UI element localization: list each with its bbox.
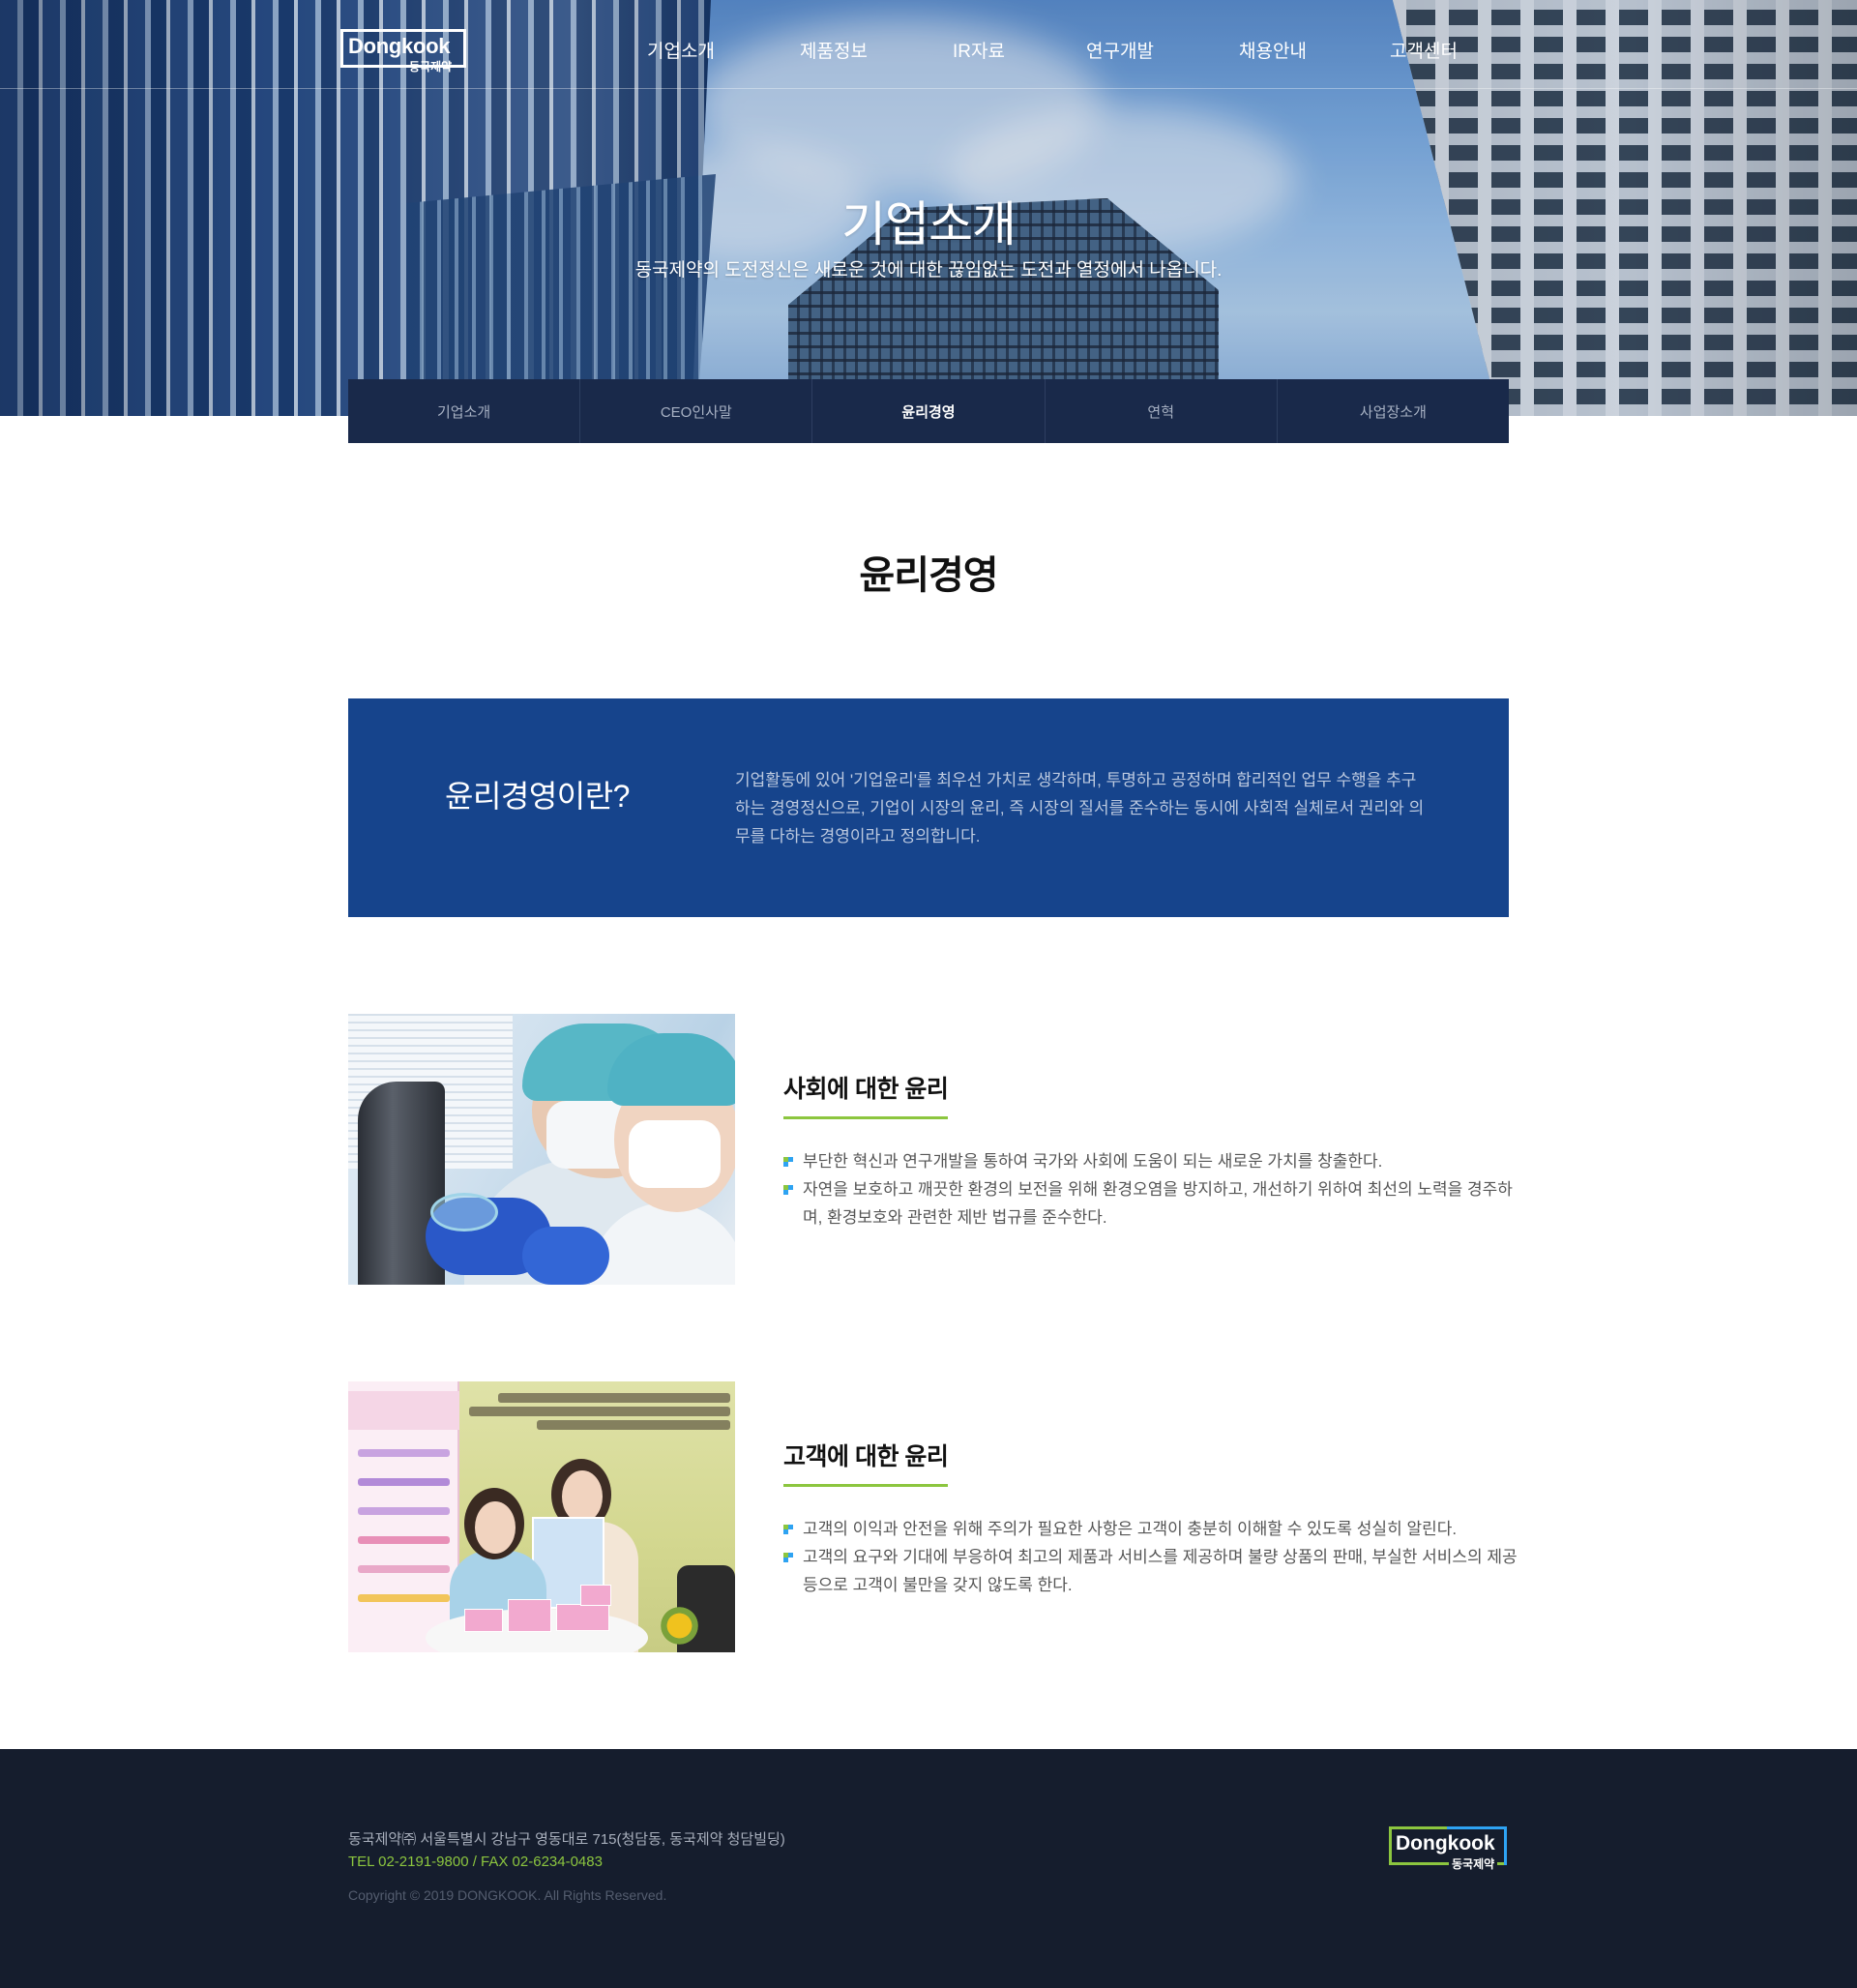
footer-address: 동국제약㈜ 서울특별시 강남구 영동대로 715(청담동, 동국제약 청담빌딩) [348, 1831, 785, 1848]
footer-copyright: Copyright © 2019 DONGKOOK. All Rights Re… [348, 1887, 667, 1903]
bullet-icon [783, 1157, 793, 1167]
list-item: 자연을 보호하고 깨끗한 환경의 보전을 위해 환경오염을 방지하고, 개선하기… [783, 1175, 1518, 1231]
section-list: 부단한 혁신과 연구개발을 통하여 국가와 사회에 도움이 되는 새로운 가치를… [783, 1147, 1518, 1231]
menu-rnd[interactable]: 연구개발 [1086, 37, 1154, 63]
hero-subtitle: 동국제약의 도전정신은 새로운 것에 대한 끊임없는 도전과 열정에서 나옵니다… [634, 260, 1223, 281]
menu-careers[interactable]: 채용안내 [1239, 37, 1307, 63]
page-title: 윤리경영 [859, 554, 998, 597]
menu-support[interactable]: 고객센터 [1390, 37, 1458, 63]
logo-text-ko: 동국제약 [409, 60, 453, 74]
tab-history[interactable]: 연혁 [1046, 379, 1278, 443]
logo-text-en: Dongkook [348, 34, 451, 58]
footer: 동국제약㈜ 서울특별시 강남구 영동대로 715(청담동, 동국제약 청담빌딩)… [0, 1749, 1857, 1988]
tab-sites[interactable]: 사업장소개 [1278, 379, 1509, 443]
footer-logo[interactable]: Dongkook 동국제약 [1389, 1826, 1509, 1872]
intro-text: 기업활동에 있어 '기업윤리'를 최우선 가치로 생각하며, 투명하고 공정하며… [735, 771, 1425, 846]
intro-box: 윤리경영이란? 기업활동에 있어 '기업윤리'를 최우선 가치로 생각하며, 투… [348, 698, 1509, 917]
list-item: 고객의 요구와 기대에 부응하여 최고의 제품과 서비스를 제공하며 불량 상품… [783, 1543, 1518, 1599]
header-logo[interactable]: Dongkook 동국제약 [340, 29, 468, 75]
list-item: 부단한 혁신과 연구개발을 통하여 국가와 사회에 도움이 되는 새로운 가치를… [783, 1147, 1518, 1175]
section-society-ethics: 사회에 대한 윤리 부단한 혁신과 연구개발을 통하여 국가와 사회에 도움이 … [348, 1014, 1513, 1285]
footer-contact: TEL 02-2191-9800 / FAX 02-6234-0483 [348, 1854, 603, 1870]
section-customer-ethics: 고객에 대한 윤리 고객의 이익과 안전을 위해 주의가 필요한 사항은 고객이… [348, 1381, 1518, 1652]
intro-title: 윤리경영이란? [445, 779, 630, 814]
menu-products[interactable]: 제품정보 [800, 37, 868, 63]
campaign-event-photo [348, 1381, 735, 1652]
sub-tab-bar: 기업소개 CEO인사말 윤리경영 연혁 사업장소개 [348, 379, 1509, 443]
hero-banner: Dongkook 동국제약 기업소개 제품정보 IR자료 연구개발 채용안내 고… [0, 0, 1857, 416]
lab-researchers-photo [348, 1014, 735, 1285]
tab-company[interactable]: 기업소개 [348, 379, 581, 443]
hero-title: 기업소개 [841, 197, 1017, 252]
list-item: 고객의 이익과 안전을 위해 주의가 필요한 사항은 고객이 충분히 이해할 수… [783, 1515, 1518, 1543]
menu-company[interactable]: 기업소개 [647, 37, 715, 63]
bullet-icon [783, 1525, 793, 1534]
global-navigation: Dongkook 동국제약 기업소개 제품정보 IR자료 연구개발 채용안내 고… [0, 0, 1857, 89]
section-list: 고객의 이익과 안전을 위해 주의가 필요한 사항은 고객이 충분히 이해할 수… [783, 1515, 1518, 1599]
bullet-icon [783, 1185, 793, 1195]
tab-ceo-message[interactable]: CEO인사말 [580, 379, 813, 443]
section-title: 사회에 대한 윤리 [783, 1070, 949, 1119]
section-title: 고객에 대한 윤리 [783, 1438, 949, 1487]
tab-ethics[interactable]: 윤리경영 [812, 379, 1046, 443]
footer-logo-text-en: Dongkook [1396, 1832, 1495, 1854]
menu-ir[interactable]: IR자료 [953, 37, 1005, 63]
bullet-icon [783, 1553, 793, 1562]
footer-logo-text-ko: 동국제약 [1449, 1855, 1498, 1872]
